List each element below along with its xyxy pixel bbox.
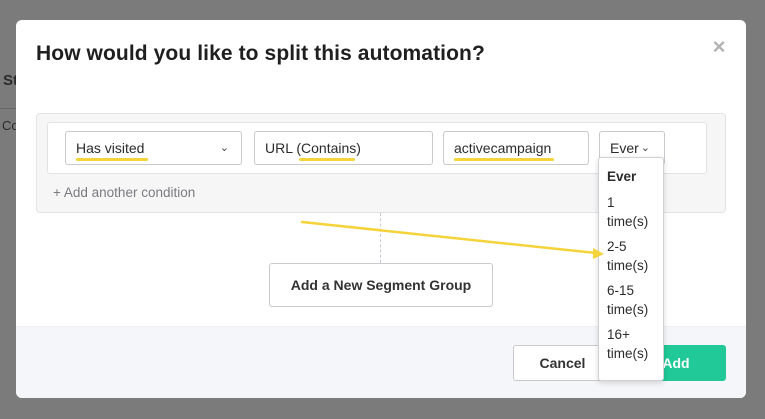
dropdown-option-1[interactable]: 1 time(s) — [607, 193, 659, 231]
highlight-underline — [454, 158, 554, 161]
close-icon[interactable]: × — [710, 36, 728, 58]
dropdown-option-2-5[interactable]: 2-5 time(s) — [607, 237, 659, 275]
condition-type-select[interactable]: Has visited ⌄ — [65, 131, 242, 165]
url-operator-value: URL (Contains) — [265, 140, 361, 156]
split-automation-modal: How would you like to split this automat… — [16, 20, 746, 398]
chevron-down-icon: ⌄ — [219, 142, 229, 154]
url-value-text: activecampaign — [454, 140, 552, 156]
frequency-value: Ever — [610, 140, 639, 156]
highlight-underline — [76, 158, 148, 161]
dropdown-option-ever[interactable]: Ever — [607, 167, 636, 186]
condition-type-value: Has visited — [76, 140, 145, 156]
frequency-dropdown-menu: Ever 1 time(s) 2-5 time(s) 6-15 time(s) … — [598, 157, 664, 381]
add-condition-link[interactable]: + Add another condition — [53, 185, 195, 200]
url-value-input[interactable]: activecampaign — [443, 131, 589, 165]
dropdown-option-16-plus[interactable]: 16+ time(s) — [607, 325, 659, 363]
highlight-underline — [299, 158, 355, 161]
modal-title: How would you like to split this automat… — [36, 42, 485, 65]
dropdown-option-6-15[interactable]: 6-15 time(s) — [607, 281, 659, 319]
url-operator-field[interactable]: URL (Contains) — [254, 131, 433, 165]
connector-line — [380, 213, 381, 263]
add-segment-group-button[interactable]: Add a New Segment Group — [269, 263, 493, 307]
